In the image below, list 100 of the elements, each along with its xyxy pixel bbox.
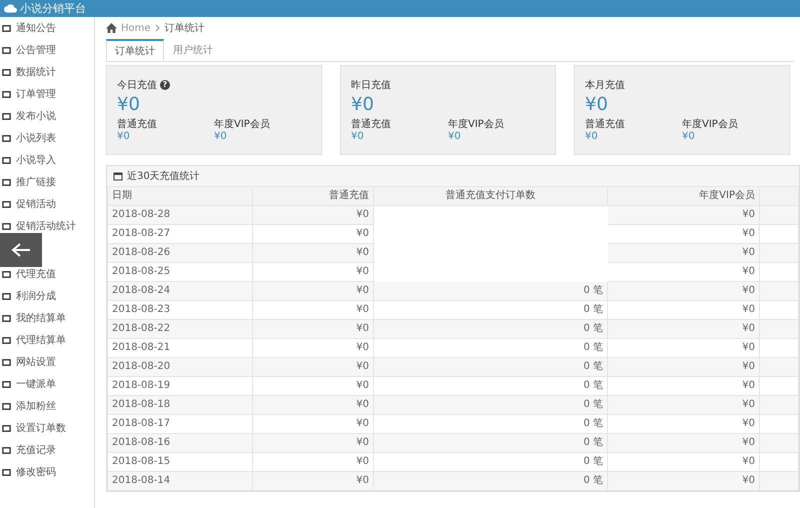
stat-label: 普通充值 [585, 118, 626, 131]
stat-value: ¥0 [351, 131, 365, 142]
amount: ¥0 [351, 94, 375, 115]
sidebar-item[interactable]: 促销活动统计 [0, 215, 94, 237]
stat-label: 普通充值 [351, 118, 392, 131]
sidebar-item[interactable]: 充值记录 [0, 439, 94, 461]
menu-item-icon [2, 200, 11, 208]
table-cell: ¥0 [608, 320, 760, 338]
column-header: 普通充值支付订单数 [374, 186, 608, 206]
menu-item-icon [2, 24, 11, 32]
app-title: 小说分销平台 [20, 1, 86, 16]
sidebar-item[interactable]: 促销活动 [0, 193, 94, 215]
table-cell: ¥0 [252, 282, 374, 300]
sidebar-item[interactable]: 一键派单 [0, 373, 94, 395]
sidebar-item[interactable]: 利润分成 [0, 285, 94, 307]
card-title: 昨日充值 [351, 78, 391, 92]
sidebar-item[interactable]: 订单管理 [0, 83, 94, 105]
help-icon[interactable]: ? [160, 80, 170, 90]
sidebar-item[interactable]: 小说导入 [0, 149, 94, 171]
menu-item-icon [2, 336, 11, 344]
table-cell: 2018-08-22 [108, 320, 252, 338]
table-cell: ¥0 [252, 358, 374, 376]
stat-value: ¥0 [585, 131, 599, 142]
menu-item-icon [2, 156, 11, 164]
menu-item-icon [2, 468, 11, 476]
table-cell: 2018-08-16 [108, 434, 252, 452]
column-header: 日期 [108, 186, 252, 206]
table-cell: 2018-08-20 [108, 358, 252, 376]
table-cell: ¥0 [608, 244, 760, 262]
column-header: 普通充值 [252, 186, 374, 206]
card-title: 本月充值 [585, 78, 625, 92]
menu-item-icon [2, 446, 11, 454]
table-cell: 0 笔 [374, 434, 608, 452]
cloud-icon [4, 4, 17, 13]
stat-value: ¥0 [214, 131, 228, 142]
stat-value: ¥0 [448, 131, 462, 142]
column-header: 年度VIP会员 [608, 186, 760, 206]
sidebar-item[interactable]: 代理结算单 [0, 329, 94, 351]
table-cell: 2018-08-26 [108, 244, 252, 262]
stat-value: ¥0 [682, 131, 696, 142]
table-cell: 2018-08-14 [108, 472, 252, 490]
sidebar-item[interactable]: 小说列表 [0, 127, 94, 149]
amount: ¥0 [585, 94, 609, 115]
table-cell: ¥0 [252, 320, 374, 338]
left-arrow-icon [11, 243, 31, 257]
menu-item-icon [2, 402, 11, 410]
stat-label: 年度VIP会员 [214, 118, 271, 131]
menu-item-icon [2, 270, 11, 278]
sidebar-item[interactable]: 数据统计 [0, 61, 94, 83]
stat-label: 年度VIP会员 [448, 118, 505, 131]
sidebar-item[interactable]: 我的结算单 [0, 307, 94, 329]
table-cell: ¥0 [252, 206, 374, 224]
sidebar-item[interactable]: 网站设置 [0, 351, 94, 373]
menu-item-icon [2, 380, 11, 388]
sidebar-item[interactable]: 修改密码 [0, 461, 94, 483]
menu-item-icon [2, 68, 11, 76]
stat-value: ¥0 [117, 131, 131, 142]
sidebar-item[interactable]: 公告管理 [0, 39, 94, 61]
table-cell: ¥0 [608, 358, 760, 376]
chevron-icon [154, 24, 161, 32]
menu-item-icon [2, 424, 11, 432]
back-button[interactable] [0, 233, 42, 267]
sidebar-item[interactable]: 设置订单数 [0, 417, 94, 439]
panel-title: 近30天充值统计 [127, 170, 200, 183]
amount: ¥0 [117, 94, 141, 115]
table-cell: ¥0 [608, 282, 760, 300]
sidebar-item[interactable]: 添加粉丝 [0, 395, 94, 417]
menu-item-icon [2, 178, 11, 186]
breadcrumb-current: 订单统计 [164, 22, 205, 35]
menu-item-icon [2, 314, 11, 322]
table-cell: ¥0 [608, 396, 760, 414]
menu-item-icon [2, 292, 11, 300]
sidebar-item[interactable]: 推广链接 [0, 171, 94, 193]
table-cell: ¥0 [608, 472, 760, 490]
tab[interactable]: 订单统计 [106, 39, 164, 61]
menu-item-icon [2, 222, 11, 230]
home-icon [106, 23, 117, 33]
menu-item-icon [2, 90, 11, 98]
table-cell: ¥0 [252, 434, 374, 452]
table-cell: ¥0 [608, 434, 760, 452]
table-cell: 0 笔 [374, 320, 608, 338]
sidebar-item[interactable]: 通知公告 [0, 17, 94, 39]
table-cell: 0 笔 [374, 396, 608, 414]
menu-item-icon [2, 46, 11, 54]
menu-item-icon [2, 134, 11, 142]
sidebar-item[interactable]: 发布小说 [0, 105, 94, 127]
table-cell: ¥0 [252, 396, 374, 414]
table-cell: 0 笔 [374, 282, 608, 300]
card-title: 今日充值 [117, 78, 157, 92]
sidebar-item[interactable]: 代理充值 [0, 263, 94, 285]
table-cell: ¥0 [608, 206, 760, 224]
table-cell: 0 笔 [374, 472, 608, 490]
table-cell: 2018-08-28 [108, 206, 252, 224]
table-cell: ¥0 [252, 472, 374, 490]
menu-item-icon [2, 358, 11, 366]
calendar-icon [113, 171, 123, 181]
table-cell: 2018-08-18 [108, 396, 252, 414]
table-cell: 2018-08-24 [108, 282, 252, 300]
table-cell: 0 笔 [374, 358, 608, 376]
menu-item-icon [2, 112, 11, 120]
